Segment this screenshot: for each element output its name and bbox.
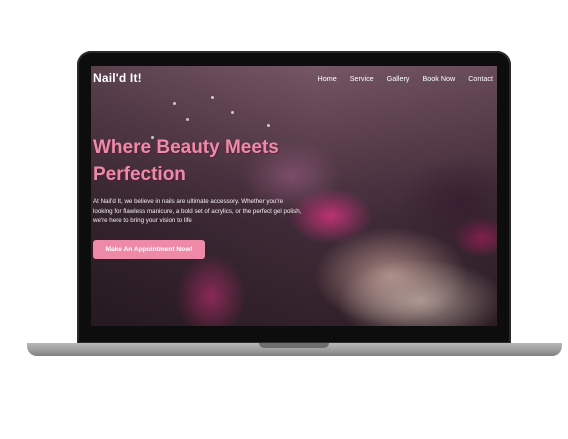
glitter-dot: [231, 111, 234, 114]
hero-title-line2: Perfection: [93, 164, 186, 185]
nav-links: Home Service Gallery Book Now Contact: [318, 74, 493, 83]
nav-link-book-now[interactable]: Book Now: [422, 74, 455, 83]
nav-link-contact[interactable]: Contact: [468, 74, 493, 83]
hero-description-line1: At Nail'd It, we believe in nails are ul…: [93, 198, 284, 205]
glitter-dot: [173, 102, 176, 105]
make-appointment-button[interactable]: Make An Appointment Now!: [93, 240, 205, 259]
nav-link-home[interactable]: Home: [318, 74, 337, 83]
hero-description-line2: looking for flawless manicure, a bold se…: [93, 207, 302, 215]
hero-description-line3: we're here to bring your vision to life: [93, 217, 192, 224]
hero-description: At Nail'd It, we believe in nails are ul…: [93, 197, 343, 226]
laptop-screen: Nail'd It! Home Service Gallery Book Now…: [91, 66, 497, 326]
top-navigation: Nail'd It! Home Service Gallery Book Now…: [91, 66, 497, 92]
glitter-dot: [267, 124, 270, 127]
hero-overlay: [91, 66, 497, 326]
mockup-stage: Nail'd It! Home Service Gallery Book Now…: [0, 0, 568, 439]
glitter-dot: [186, 118, 189, 121]
glitter-dot: [211, 96, 214, 99]
nav-link-service[interactable]: Service: [350, 74, 374, 83]
laptop-notch: [259, 343, 329, 348]
nav-link-gallery[interactable]: Gallery: [387, 74, 410, 83]
hero-title: Where Beauty Meets Perfection: [93, 134, 323, 188]
hero-title-line1: Where Beauty Meets: [93, 137, 279, 158]
site-logo[interactable]: Nail'd It!: [93, 71, 142, 85]
